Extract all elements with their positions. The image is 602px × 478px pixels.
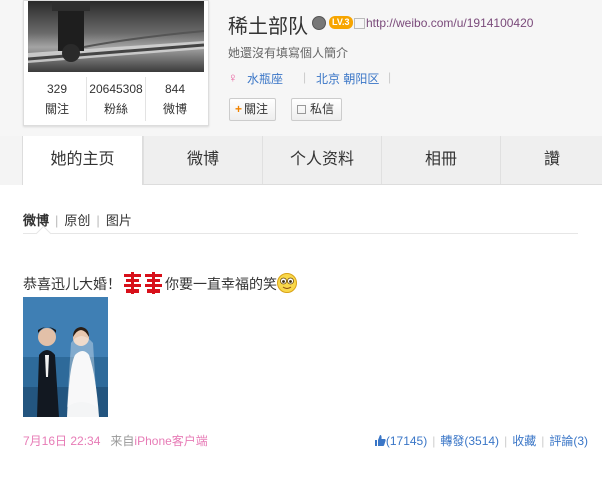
stat-posts[interactable]: 844 微博 xyxy=(145,77,204,121)
tab-weibo[interactable]: 微博 xyxy=(143,136,262,184)
divider: | xyxy=(96,213,100,228)
post-text-end: 你要一直幸福的笑 xyxy=(165,276,277,292)
stat-posts-label: 微博 xyxy=(162,102,187,116)
verified-icon[interactable] xyxy=(312,16,326,30)
level-badge[interactable]: LV.3 xyxy=(329,16,353,29)
post-time[interactable]: 7月16日 22:34 xyxy=(23,434,100,448)
post-image[interactable] xyxy=(23,297,108,417)
stat-following-count: 329 xyxy=(46,82,68,96)
divider: | xyxy=(388,70,392,84)
stat-followers-label: 粉絲 xyxy=(103,102,128,116)
profile-bio: 她還沒有填寫個人簡介 xyxy=(228,46,349,60)
message-button-label: 私信 xyxy=(310,102,335,116)
post-text: 恭喜迅儿大婚！ 你要一直幸福的笑 xyxy=(23,272,297,294)
avatar[interactable] xyxy=(28,1,204,72)
thumbs-up-icon[interactable] xyxy=(374,435,386,446)
divider: | xyxy=(504,434,508,448)
profile-stats: 329 關注 20645308 粉絲 844 微博 xyxy=(28,77,204,121)
stat-following-label: 關注 xyxy=(44,102,69,116)
stat-followers[interactable]: 20645308 粉絲 xyxy=(86,77,145,121)
follow-button-label: 關注 xyxy=(244,102,269,116)
repost-link[interactable]: 轉發(3514) xyxy=(440,434,499,448)
post-text-start: 恭喜迅儿大婚！ xyxy=(23,276,121,292)
favorite-link[interactable]: 收藏 xyxy=(512,434,536,448)
profile-name: 稀土部队 xyxy=(228,16,308,38)
tab-profile[interactable]: 个人资料 xyxy=(262,136,381,184)
follow-button[interactable]: + 關注 xyxy=(229,98,277,121)
plus-icon: + xyxy=(235,102,243,116)
post-actions: (17145) | 轉發(3514) | 收藏 | 評論(3) xyxy=(374,432,588,449)
subtabs: 微博 | 原创 | 图片 xyxy=(23,210,132,229)
subtab-pictures[interactable]: 图片 xyxy=(106,213,132,228)
stat-following[interactable]: 329 關注 xyxy=(28,77,86,121)
smile-emoji-icon xyxy=(277,273,297,293)
link-icon xyxy=(354,18,365,29)
subtab-original[interactable]: 原创 xyxy=(64,213,90,228)
tab-home[interactable]: 她的主页 xyxy=(22,136,143,185)
source-prefix: 来自 xyxy=(110,434,135,448)
tab-likes[interactable]: 讚 xyxy=(500,136,602,184)
post-source[interactable]: iPhone客户端 xyxy=(134,434,207,448)
tab-album[interactable]: 相冊 xyxy=(381,136,500,184)
double-happiness-icon xyxy=(122,272,164,294)
tag-zodiac[interactable]: 水瓶座 xyxy=(247,70,283,87)
divider: | xyxy=(541,434,545,448)
post-meta: 7月16日 22:34 来自iPhone客户端 xyxy=(23,432,208,449)
profile-card: 329 關注 20645308 粉絲 844 微博 xyxy=(23,0,209,126)
message-icon xyxy=(297,105,306,115)
message-button[interactable]: 私信 xyxy=(291,98,343,121)
profile-tabs: 她的主页 微博 个人资料 相冊 讚 xyxy=(22,136,602,185)
subtab-divider xyxy=(23,233,578,234)
tag-location[interactable]: 北京 朝阳区 xyxy=(316,70,379,87)
female-icon: ♀ xyxy=(228,70,238,85)
divider: | xyxy=(55,213,59,228)
divider: | xyxy=(303,70,307,84)
stat-posts-count: 844 xyxy=(164,82,186,96)
like-count[interactable]: (17145) xyxy=(386,434,427,448)
subtab-weibo[interactable]: 微博 xyxy=(23,213,49,228)
comment-link[interactable]: 評論(3) xyxy=(549,434,588,448)
profile-url[interactable]: http://weibo.com/u/1914100420 xyxy=(366,16,533,30)
stat-followers-count: 20645308 xyxy=(89,82,143,96)
divider: | xyxy=(432,434,436,448)
